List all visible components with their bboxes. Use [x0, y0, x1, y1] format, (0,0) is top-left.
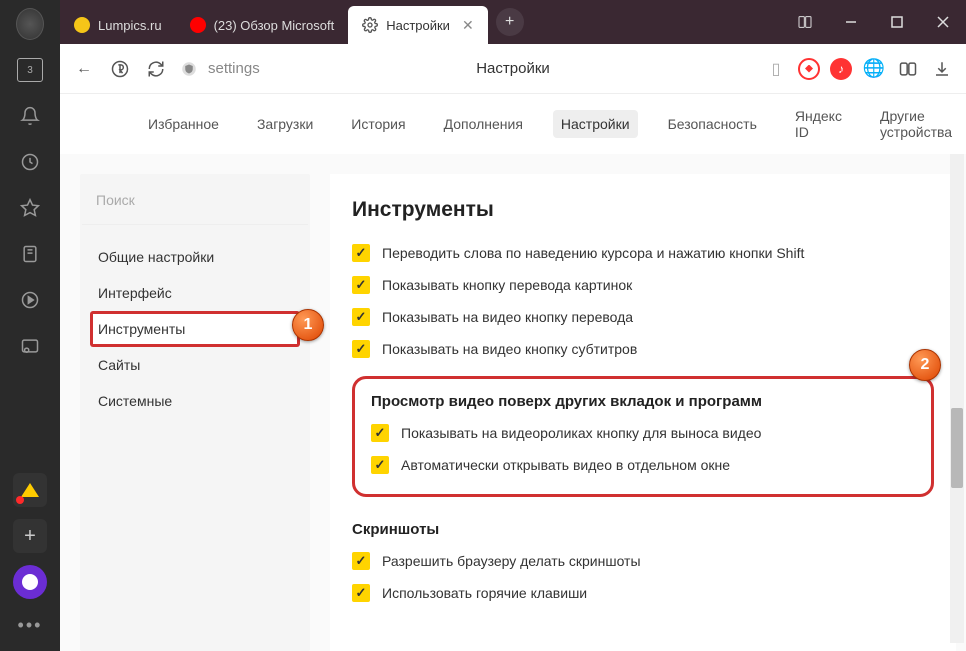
nav-other-devices[interactable]: Другие устройства	[872, 102, 966, 146]
home-badge-count: 3	[17, 58, 43, 82]
setting-row: ✓ Показывать на видео кнопку субтитров	[352, 340, 934, 358]
video-section: 2 Просмотр видео поверх других вкладок и…	[352, 376, 934, 497]
bell-icon[interactable]	[16, 102, 44, 130]
screenshot-icon[interactable]	[16, 332, 44, 360]
add-button[interactable]: +	[13, 519, 47, 553]
checkbox[interactable]: ✓	[352, 244, 370, 262]
search-input[interactable]: Поиск	[82, 176, 308, 225]
setting-label: Показывать на видео кнопку субтитров	[382, 341, 637, 357]
subsection-title: Скриншоты	[352, 521, 934, 538]
checkbox[interactable]: ✓	[371, 424, 389, 442]
extensions-icon[interactable]	[896, 57, 920, 81]
mail-badge[interactable]	[13, 473, 47, 507]
setting-row: ✓ Показывать на видеороликах кнопку для в…	[371, 424, 915, 442]
setting-label: Показывать на видеороликах кнопку для вы…	[401, 425, 761, 441]
setting-row: ✓ Переводить слова по наведению курсора и…	[352, 244, 934, 262]
setting-label: Разрешить браузеру делать скриншоты	[382, 553, 641, 569]
tab-youtube[interactable]: (23) Обзор Microsoft	[176, 6, 349, 44]
tab-label: (23) Обзор Microsoft	[214, 18, 335, 33]
bookmark-flag-icon[interactable]: ▯	[764, 57, 788, 81]
tab-lumpics[interactable]: Lumpics.ru	[60, 6, 176, 44]
setting-label: Использовать горячие клавиши	[382, 585, 587, 601]
sidebar-item-interface[interactable]: Интерфейс	[90, 275, 300, 311]
download-icon[interactable]	[930, 57, 954, 81]
addressbar: ← settings Настройки ▯ ♪ 🌐	[60, 44, 966, 94]
settings-content: Инструменты ✓ Переводить слова по наведен…	[330, 174, 956, 651]
setting-label: Переводить слова по наведению курсора и …	[382, 245, 804, 261]
titlebar: Lumpics.ru (23) Обзор Microsoft Настройк…	[60, 0, 966, 44]
alice-icon[interactable]	[13, 565, 47, 599]
nav-downloads[interactable]: Загрузки	[249, 110, 321, 138]
youtube-icon	[190, 17, 206, 33]
avatar[interactable]	[16, 10, 44, 38]
page-title: Настройки	[476, 60, 550, 77]
setting-row: ✓ Показывать кнопку перевода картинок	[352, 276, 934, 294]
nav-history[interactable]: История	[343, 110, 413, 138]
checkbox[interactable]: ✓	[352, 584, 370, 602]
side-panel-icon[interactable]	[782, 0, 828, 44]
annotation-marker-2: 2	[909, 349, 941, 381]
back-button[interactable]: ←	[72, 57, 96, 81]
setting-label: Автоматически открывать видео в отдельно…	[401, 457, 730, 473]
scrollbar-track	[950, 154, 964, 643]
reload-button[interactable]	[144, 57, 168, 81]
nav-addons[interactable]: Дополнения	[436, 110, 531, 138]
sidebar-item-sites[interactable]: Сайты	[90, 347, 300, 383]
subsection-title: Просмотр видео поверх других вкладок и п…	[371, 393, 915, 410]
annotation-marker-1: 1	[292, 309, 324, 341]
sidebar-item-tools[interactable]: Инструменты 1	[90, 311, 300, 347]
address-input[interactable]: settings	[180, 60, 752, 78]
sidebar-item-label: Инструменты	[98, 321, 185, 337]
nav-settings[interactable]: Настройки	[553, 110, 638, 138]
star-icon[interactable]	[16, 194, 44, 222]
checkbox[interactable]: ✓	[352, 308, 370, 326]
close-window-button[interactable]	[920, 0, 966, 44]
setting-label: Показывать кнопку перевода картинок	[382, 277, 632, 293]
settings-sidebar: Поиск Общие настройки Интерфейс Инструме…	[80, 174, 310, 651]
adblock-icon[interactable]	[798, 58, 820, 80]
nav-security[interactable]: Безопасность	[660, 110, 765, 138]
music-icon[interactable]: ♪	[830, 58, 852, 80]
sidebar-item-general[interactable]: Общие настройки	[90, 239, 300, 275]
settings-nav: Избранное Загрузки История Дополнения На…	[60, 94, 966, 154]
checkbox[interactable]: ✓	[352, 340, 370, 358]
checkbox[interactable]: ✓	[352, 552, 370, 570]
scrollbar-thumb[interactable]	[951, 408, 963, 488]
tab-settings[interactable]: Настройки ✕	[348, 6, 487, 44]
minimize-button[interactable]	[828, 0, 874, 44]
nav-yandex-id[interactable]: Яндекс ID	[787, 102, 850, 146]
close-icon[interactable]: ✕	[462, 17, 474, 34]
setting-row: ✓ Использовать горячие клавиши	[352, 584, 934, 602]
globe-icon[interactable]: 🌐	[862, 57, 886, 81]
section-title: Инструменты	[352, 198, 934, 222]
setting-row: ✓ Разрешить браузеру делать скриншоты	[352, 552, 934, 570]
site-icon	[74, 17, 90, 33]
checkbox[interactable]: ✓	[352, 276, 370, 294]
window-controls	[782, 0, 966, 44]
home-button[interactable]: 3	[16, 56, 44, 84]
new-tab-button[interactable]: +	[496, 8, 524, 36]
tab-label: Lumpics.ru	[98, 18, 162, 33]
url-text: settings	[208, 60, 260, 77]
clock-icon[interactable]	[16, 148, 44, 176]
bookmark-icon[interactable]	[16, 240, 44, 268]
setting-row: ✓ Показывать на видео кнопку перевода	[352, 308, 934, 326]
more-icon[interactable]: •••	[16, 611, 44, 639]
maximize-button[interactable]	[874, 0, 920, 44]
setting-row: ✓ Автоматически открывать видео в отдельн…	[371, 456, 915, 474]
tab-label: Настройки	[386, 18, 450, 33]
gear-icon	[362, 17, 378, 33]
nav-favorites[interactable]: Избранное	[140, 110, 227, 138]
main-content: Поиск Общие настройки Интерфейс Инструме…	[60, 154, 966, 651]
shield-icon	[180, 60, 198, 78]
checkbox[interactable]: ✓	[371, 456, 389, 474]
sidebar-item-system[interactable]: Системные	[90, 383, 300, 419]
app-sidebar: 3 + •••	[0, 0, 60, 651]
setting-label: Показывать на видео кнопку перевода	[382, 309, 633, 325]
play-circle-icon[interactable]	[16, 286, 44, 314]
yandex-icon[interactable]	[108, 57, 132, 81]
